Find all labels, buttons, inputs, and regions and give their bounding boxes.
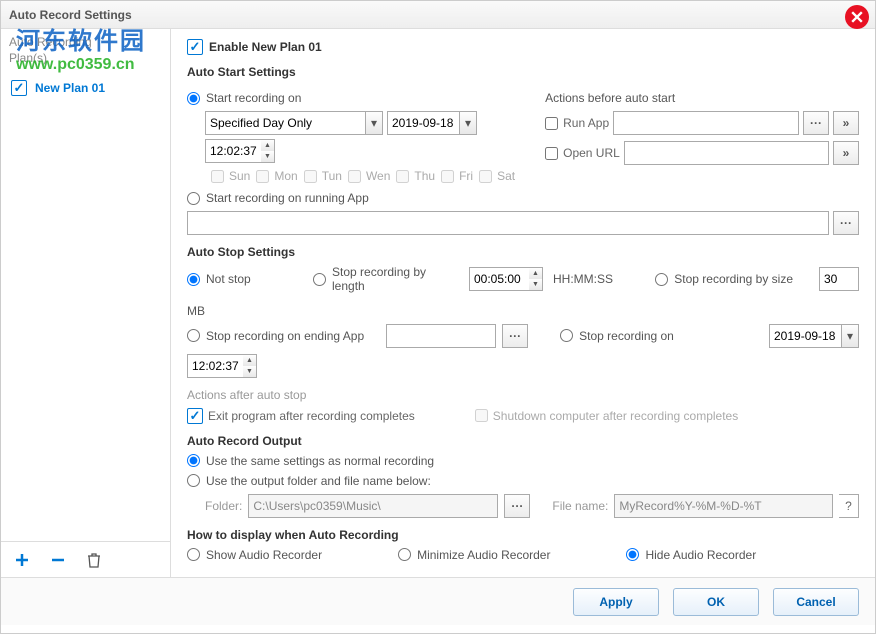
run-app-input[interactable] (613, 111, 799, 135)
custom-output-radio[interactable]: Use the output folder and file name belo… (187, 474, 431, 488)
remove-plan-button[interactable] (49, 551, 67, 569)
stop-by-length-radio[interactable]: Stop recording by length (313, 265, 443, 294)
more-url-button[interactable]: » (833, 141, 859, 165)
day-wen[interactable]: Wen (348, 169, 390, 183)
browse-app-button[interactable]: ··· (803, 111, 829, 135)
enable-row: Enable New Plan 01 (187, 39, 859, 55)
stop-by-size-radio[interactable]: Stop recording by size (655, 272, 793, 286)
stop-on-date-radio[interactable]: Stop recording on (560, 329, 674, 343)
same-settings-radio[interactable]: Use the same settings as normal recordin… (187, 454, 434, 468)
length-hint: HH:MM:SS (553, 272, 613, 286)
stop-on-ending-app-radio[interactable]: Stop recording on ending App (187, 329, 364, 343)
close-button[interactable] (845, 5, 869, 29)
filename-help-button[interactable]: ? (839, 494, 859, 518)
enable-checkbox[interactable] (187, 39, 203, 55)
day-sat[interactable]: Sat (479, 169, 515, 183)
auto-stop-title: Auto Stop Settings (187, 245, 859, 259)
shutdown-checkbox[interactable]: Shutdown computer after recording comple… (475, 409, 738, 423)
start-time-input[interactable]: ▲▼ (205, 139, 275, 163)
plan-checkbox[interactable] (11, 80, 27, 96)
size-unit: MB (187, 304, 205, 318)
stop-date-input[interactable]: ▾ (769, 324, 859, 348)
file-label: File name: (552, 499, 608, 513)
output-title: Auto Record Output (187, 434, 859, 448)
start-on-app-radio[interactable]: Start recording on running App (187, 191, 369, 205)
actions-before-title: Actions before auto start (545, 91, 675, 105)
actions-after-title: Actions after auto stop (187, 388, 306, 402)
close-icon (851, 11, 863, 23)
auto-start-title: Auto Start Settings (187, 65, 859, 79)
add-plan-button[interactable] (13, 551, 31, 569)
footer: Apply OK Cancel (1, 577, 875, 625)
chevron-down-icon[interactable]: ▾ (365, 111, 383, 135)
days-row: Sun Mon Tun Wen Thu Fri Sat (211, 169, 515, 183)
start-date-input[interactable]: ▾ (387, 111, 477, 135)
minimize-recorder-radio[interactable]: Minimize Audio Recorder (398, 548, 550, 562)
exit-after-checkbox[interactable]: Exit program after recording completes (187, 408, 415, 424)
display-title: How to display when Auto Recording (187, 528, 859, 542)
ending-app-input[interactable] (386, 324, 496, 348)
schedule-mode-select[interactable]: ▾ (205, 111, 383, 135)
sidebar-tools (1, 541, 170, 577)
chevron-down-icon[interactable]: ▾ (459, 111, 477, 135)
apply-button[interactable]: Apply (573, 588, 659, 616)
open-url-checkbox[interactable]: Open URL (545, 146, 620, 160)
stop-time-input[interactable]: ▲▼ (187, 354, 257, 378)
day-thu[interactable]: Thu (396, 169, 435, 183)
not-stop-radio[interactable]: Not stop (187, 272, 287, 286)
folder-label: Folder: (205, 499, 242, 513)
running-app-input[interactable] (187, 211, 829, 235)
ok-button[interactable]: OK (673, 588, 759, 616)
content-panel: Enable New Plan 01 Auto Start Settings S… (171, 29, 875, 577)
plan-item[interactable]: New Plan 01 (1, 72, 170, 104)
open-url-input[interactable] (624, 141, 829, 165)
filename-input[interactable] (614, 494, 833, 518)
stop-time-spinner[interactable]: ▲▼ (243, 354, 257, 378)
start-recording-on-radio[interactable]: Start recording on (187, 91, 301, 105)
folder-input[interactable] (248, 494, 498, 518)
day-mon[interactable]: Mon (256, 169, 297, 183)
length-spinner[interactable]: ▲▼ (529, 267, 543, 291)
plan-name: New Plan 01 (35, 81, 105, 95)
titlebar: Auto Record Settings (1, 1, 875, 29)
enable-label: Enable New Plan 01 (209, 40, 322, 54)
length-input[interactable]: ▲▼ (469, 267, 543, 291)
cancel-button[interactable]: Cancel (773, 588, 859, 616)
time-spinner[interactable]: ▲▼ (261, 139, 275, 163)
day-fri[interactable]: Fri (441, 169, 473, 183)
more-app-button[interactable]: » (833, 111, 859, 135)
delete-plan-button[interactable] (85, 551, 103, 569)
size-input[interactable] (819, 267, 859, 291)
run-app-checkbox[interactable]: Run App (545, 116, 609, 130)
sidebar-header: Auto Recording Plan(s) (1, 29, 170, 72)
window-title: Auto Record Settings (9, 8, 132, 22)
hide-recorder-radio[interactable]: Hide Audio Recorder (626, 548, 756, 562)
show-recorder-radio[interactable]: Show Audio Recorder (187, 548, 322, 562)
day-tun[interactable]: Tun (304, 169, 342, 183)
browse-folder-button[interactable]: ··· (504, 494, 530, 518)
browse-running-app-button[interactable]: ··· (833, 211, 859, 235)
day-sun[interactable]: Sun (211, 169, 250, 183)
browse-ending-app-button[interactable]: ··· (502, 324, 528, 348)
sidebar: Auto Recording Plan(s) New Plan 01 (1, 29, 171, 577)
chevron-down-icon[interactable]: ▾ (841, 324, 859, 348)
